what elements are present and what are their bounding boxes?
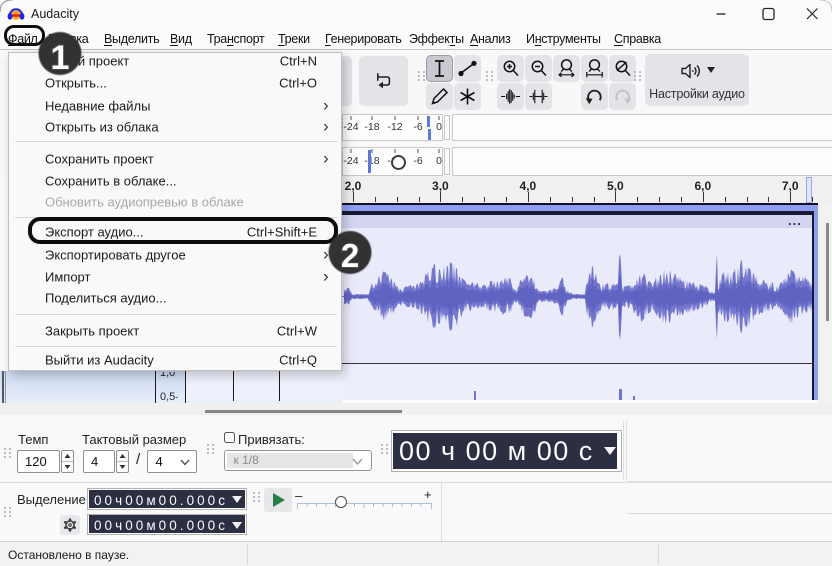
svg-text:1: 1 [51, 39, 70, 77]
svg-text:2: 2 [341, 237, 359, 274]
